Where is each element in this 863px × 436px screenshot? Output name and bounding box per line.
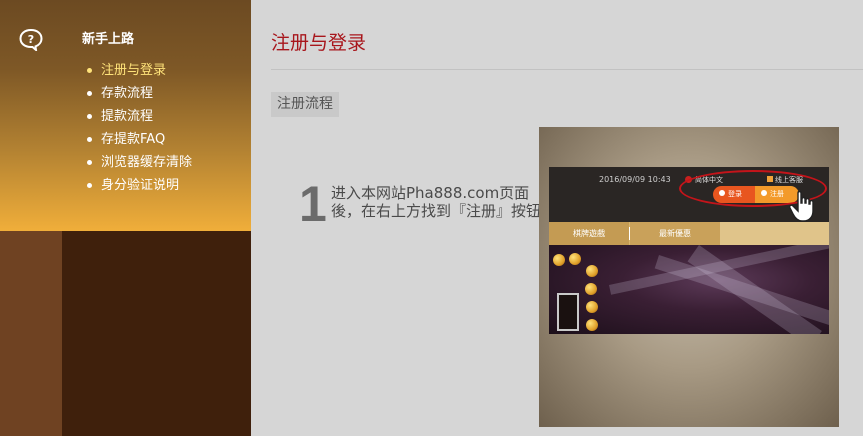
svg-text:?: ? — [28, 33, 34, 46]
sidebar-decor-right — [62, 231, 251, 436]
screenshot-tab-chess: 棋牌遊戲 — [549, 222, 629, 245]
sidebar-item-faq[interactable]: 存提款FAQ — [87, 131, 192, 154]
sidebar-item-register-login[interactable]: 注册与登录 — [87, 62, 192, 85]
sidebar-nav: 注册与登录 存款流程 提款流程 存提款FAQ 浏览器缓存清除 身分验证说明 — [87, 62, 192, 200]
coin-icon — [569, 253, 581, 265]
section-label: 注册流程 — [271, 92, 339, 117]
screenshot-tab-promotions: 最新優惠 — [630, 222, 720, 245]
pointing-hand-icon — [789, 190, 814, 222]
step-number: 1 — [299, 176, 327, 232]
coin-icon — [586, 301, 598, 313]
coin-icon — [586, 265, 598, 277]
screenshot-header-bar: 2016/09/09 10:43 简体中文 线上客服 登录 注册 — [549, 167, 829, 222]
coin-icon — [553, 254, 565, 266]
sidebar: ? 新手上路 注册与登录 存款流程 提款流程 存提款FAQ 浏览器缓存清除 身分… — [0, 0, 251, 436]
coin-icon — [585, 283, 597, 295]
sidebar-title: 新手上路 — [82, 32, 135, 47]
screenshot-tab-blank — [720, 222, 829, 245]
screenshot-datetime: 2016/09/09 10:43 — [599, 175, 671, 184]
sidebar-item-deposit[interactable]: 存款流程 — [87, 85, 192, 108]
sidebar-item-id-verify[interactable]: 身分验证说明 — [87, 177, 192, 200]
step-description: 进入本网站Pha888.com页面後，在右上方找到『注册』按钮 — [331, 184, 542, 220]
sidebar-item-withdraw[interactable]: 提款流程 — [87, 108, 192, 131]
screenshot-banner — [549, 245, 829, 334]
sidebar-item-cache-clear[interactable]: 浏览器缓存清除 — [87, 154, 192, 177]
step-screenshot: 2016/09/09 10:43 简体中文 线上客服 登录 注册 棋牌遊戲 最新… — [539, 127, 839, 427]
coin-icon — [586, 319, 598, 331]
help-bubble-icon: ? — [19, 29, 43, 51]
sidebar-decor-left — [0, 231, 62, 436]
title-divider — [271, 69, 863, 70]
screenshot-tab-bar: 棋牌遊戲 最新優惠 — [549, 222, 829, 245]
page-title: 注册与登录 — [271, 32, 367, 54]
slot-reel — [557, 293, 579, 331]
